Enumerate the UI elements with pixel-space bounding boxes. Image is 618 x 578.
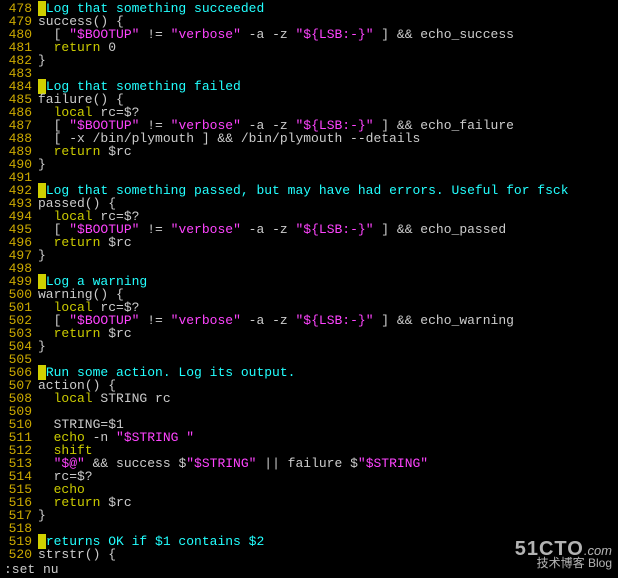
code-line[interactable]: 504} <box>0 340 618 353</box>
line-content: return $rc <box>38 145 618 158</box>
line-content: #Log that something succeeded <box>38 2 618 15</box>
line-content: #returns OK if $1 contains $2 <box>38 535 618 548</box>
code-line[interactable]: 514 rc=$? <box>0 470 618 483</box>
line-content: local STRING rc <box>38 392 618 405</box>
code-line[interactable]: 496 return $rc <box>0 236 618 249</box>
line-content: } <box>38 158 618 171</box>
code-line[interactable]: 511 echo -n "$STRING " <box>0 431 618 444</box>
line-content: return 0 <box>38 41 618 54</box>
line-content: echo -n "$STRING " <box>38 431 618 444</box>
line-content: } <box>38 340 618 353</box>
line-content: rc=$? <box>38 470 618 483</box>
code-line[interactable]: 516 return $rc <box>0 496 618 509</box>
line-content: strstr() { <box>38 548 618 561</box>
line-content: return $rc <box>38 236 618 249</box>
code-line[interactable]: 520strstr() { <box>0 548 618 561</box>
line-content: #Log a warning <box>38 275 618 288</box>
code-line[interactable]: 497} <box>0 249 618 262</box>
line-number: 520 <box>0 548 38 561</box>
code-line[interactable]: 517} <box>0 509 618 522</box>
code-line[interactable]: 513 "$@" && success $"$STRING" || failur… <box>0 457 618 470</box>
code-editor[interactable]: 478#Log that something succeeded479succe… <box>0 0 618 563</box>
line-content: } <box>38 249 618 262</box>
code-line[interactable]: 503 return $rc <box>0 327 618 340</box>
line-content <box>38 405 618 418</box>
code-line[interactable]: 481 return 0 <box>0 41 618 54</box>
vim-command-line[interactable]: :set nu <box>0 563 618 576</box>
line-content: #Run some action. Log its output. <box>38 366 618 379</box>
line-content: } <box>38 54 618 67</box>
line-content: #Log that something failed <box>38 80 618 93</box>
line-content: return $rc <box>38 327 618 340</box>
code-line[interactable]: 482} <box>0 54 618 67</box>
line-content: "$@" && success $"$STRING" || failure $"… <box>38 457 618 470</box>
line-content: } <box>38 509 618 522</box>
code-line[interactable]: 489 return $rc <box>0 145 618 158</box>
line-content: [ "$BOOTUP" != "verbose" -a -z "${LSB:-}… <box>38 28 618 41</box>
line-content: return $rc <box>38 496 618 509</box>
code-line[interactable]: 490} <box>0 158 618 171</box>
code-line[interactable]: 508 local STRING rc <box>0 392 618 405</box>
line-content: #Log that something passed, but may have… <box>38 184 618 197</box>
